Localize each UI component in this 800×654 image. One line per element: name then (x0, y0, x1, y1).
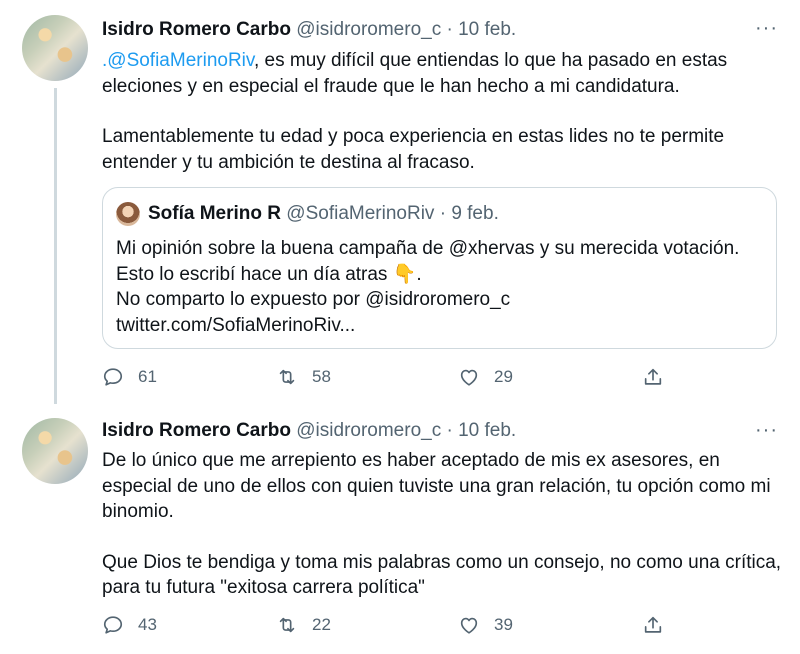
heart-icon (460, 617, 478, 634)
tweet-paragraph: Que Dios te bendiga y toma mis palabras … (102, 551, 782, 599)
like-count: 29 (494, 367, 513, 386)
author-handle[interactable]: @isidroromero_c (296, 19, 441, 40)
quoted-header: Sofía Merino R @SofiaMerinoRiv · 9 feb. (148, 201, 499, 227)
like-count: 39 (494, 615, 513, 634)
reply-count: 43 (138, 615, 157, 634)
quoted-line: No comparto lo expuesto por @isidroromer… (116, 289, 511, 310)
quoted-date: 9 feb. (451, 203, 499, 224)
share-button[interactable] (642, 610, 678, 640)
quoted-link: twitter.com/SofiaMerinoRiv... (116, 314, 356, 336)
tweet-date[interactable]: 10 feb. (458, 19, 516, 40)
separator-dot: · (446, 420, 453, 441)
tweet-text: De lo único que me arrepiento es haber a… (102, 448, 782, 601)
reply-icon (103, 616, 123, 634)
mention-link[interactable]: .@SofiaMerinoRiv (102, 50, 254, 71)
quoted-author-handle: @SofiaMerinoRiv (286, 203, 435, 224)
tweet[interactable]: Isidro Romero Carbo @isidroromero_c · 10… (0, 0, 800, 404)
retweet-count: 22 (312, 615, 331, 634)
tweet-paragraph: .@SofiaMerinoRiv, es muy difícil que ent… (102, 48, 782, 99)
separator-dot: · (446, 19, 453, 40)
retweet-icon (279, 369, 295, 385)
quoted-line: Mi opinión sobre la buena campaña de @xh… (116, 238, 740, 285)
tweet-date[interactable]: 10 feb. (458, 420, 516, 441)
retweet-button[interactable]: 58 (276, 362, 331, 392)
tweet-actions: 43 22 39 (102, 610, 682, 640)
quoted-author-name: Sofía Merino R (148, 203, 282, 224)
author-handle[interactable]: @isidroromero_c (296, 420, 441, 441)
retweet-count: 58 (312, 367, 331, 386)
author-name[interactable]: Isidro Romero Carbo (102, 420, 291, 441)
avatar[interactable] (22, 418, 88, 484)
author-name[interactable]: Isidro Romero Carbo (102, 19, 291, 40)
reply-button[interactable]: 61 (102, 362, 157, 392)
separator-dot: · (439, 203, 447, 224)
tweet[interactable]: Isidro Romero Carbo @isidroromero_c · 10… (0, 404, 800, 654)
reply-count: 61 (138, 367, 157, 386)
tweet-text: .@SofiaMerinoRiv, es muy difícil que ent… (102, 48, 782, 175)
quoted-text: Mi opinión sobre la buena campaña de @xh… (116, 236, 766, 338)
share-button[interactable] (642, 362, 678, 392)
thread-connector-line (54, 88, 57, 404)
like-button[interactable]: 29 (458, 362, 513, 392)
tweet-paragraph: Lamentablemente tu edad y poca experienc… (102, 126, 725, 173)
heart-icon (460, 369, 478, 386)
retweet-button[interactable]: 22 (276, 610, 331, 640)
share-icon (644, 616, 662, 633)
tweet-header: Isidro Romero Carbo @isidroromero_c · 10… (102, 17, 770, 43)
avatar[interactable] (22, 15, 88, 81)
retweet-icon (279, 617, 295, 633)
tweet-paragraph: De lo único que me arrepiento es haber a… (102, 450, 771, 522)
reply-button[interactable]: 43 (102, 610, 157, 640)
more-options-icon[interactable]: ··· (755, 18, 778, 38)
reply-icon (103, 368, 123, 386)
like-button[interactable]: 39 (458, 610, 513, 640)
quoted-tweet[interactable]: Sofía Merino R @SofiaMerinoRiv · 9 feb. … (102, 187, 777, 349)
tweet-actions: 61 58 29 (102, 362, 682, 392)
quoted-avatar (116, 202, 140, 226)
more-options-icon[interactable]: ··· (755, 420, 778, 440)
share-icon (644, 368, 662, 385)
tweet-header: Isidro Romero Carbo @isidroromero_c · 10… (102, 418, 770, 444)
